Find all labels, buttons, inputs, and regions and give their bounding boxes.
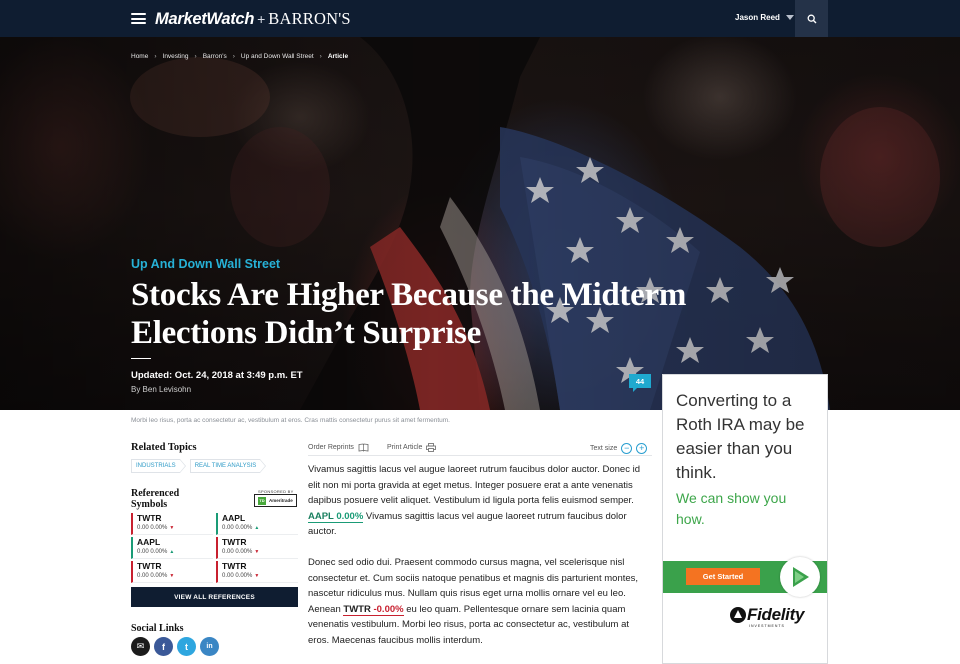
article-headline: Stocks Are Higher Because the Midterm El… bbox=[131, 277, 687, 351]
down-arrow-icon: ▼ bbox=[169, 525, 175, 531]
symbol-ticker: TWTR bbox=[222, 537, 247, 547]
down-arrow-icon: ▼ bbox=[169, 573, 175, 579]
print-article-button[interactable]: Print Article bbox=[387, 443, 437, 452]
decrease-text-icon[interactable]: − bbox=[621, 443, 633, 454]
topic-tag-real-time-analysis[interactable]: REAL TIME ANALYSIS bbox=[189, 459, 266, 473]
symbol-ticker: AAPL bbox=[137, 537, 161, 547]
article-toolbar: Order Reprints Print Article Text size −… bbox=[308, 440, 652, 456]
print-article-label: Print Article bbox=[387, 444, 423, 451]
image-caption: Morbi leo risus, porta ac consectetur ac… bbox=[131, 417, 450, 424]
menu-icon[interactable] bbox=[131, 13, 146, 24]
breadcrumb-home[interactable]: Home bbox=[131, 53, 148, 60]
user-menu[interactable]: Jason Reed bbox=[735, 13, 794, 22]
inline-ticker-twtr[interactable]: TWTR -0.00% bbox=[343, 603, 404, 616]
article-byline[interactable]: By Ben Levisohn bbox=[131, 385, 191, 394]
paragraph-text: Vivamus sagittis lacus vel augue laoreet… bbox=[308, 464, 640, 507]
article-timestamp: Updated: Oct. 24, 2018 at 3:49 p.m. ET bbox=[131, 370, 303, 381]
symbol-change: 0.00 0.00% ▼ bbox=[222, 573, 260, 579]
referenced-symbols-heading: Referenced Symbols bbox=[131, 488, 180, 510]
ad-subline: We can show you how. bbox=[676, 490, 787, 527]
breadcrumb-barrons[interactable]: Barron's bbox=[203, 53, 227, 60]
get-started-button[interactable]: Get Started bbox=[686, 568, 760, 585]
logo-marketwatch: MarketWatch bbox=[155, 10, 255, 28]
symbol-ticker: TWTR bbox=[137, 513, 162, 523]
topic-tag-industrials[interactable]: INDUSTRIALS bbox=[131, 459, 186, 473]
site-logo[interactable]: MarketWatch + BARRON'S bbox=[155, 9, 351, 29]
down-arrow-icon: ▼ bbox=[254, 573, 260, 579]
twitter-icon[interactable]: t bbox=[177, 637, 196, 656]
breadcrumb: Home › Investing › Barron's › Up and Dow… bbox=[131, 53, 348, 60]
ad-headline: Converting to a Roth IRA may be easier t… bbox=[676, 391, 805, 482]
facebook-icon[interactable]: f bbox=[154, 637, 173, 656]
fidelity-ad[interactable]: Converting to a Roth IRA may be easier t… bbox=[662, 374, 828, 664]
logo-barrons: BARRON'S bbox=[268, 9, 351, 28]
fidelity-investments-tag: INVESTMENTS bbox=[749, 624, 785, 628]
hero-overlay bbox=[0, 37, 960, 410]
comment-count-badge[interactable]: 44 bbox=[629, 374, 651, 392]
referenced-symbols-grid: TWTR 0.00 0.00% ▼ AAPL 0.00 0.00% ▲ AAPL 0… bbox=[131, 513, 298, 583]
order-reprints-button[interactable]: Order Reprints bbox=[308, 443, 369, 452]
social-links-heading: Social Links bbox=[131, 623, 184, 634]
symbol-change: 0.00 0.00% ▲ bbox=[137, 549, 175, 555]
search-button[interactable] bbox=[795, 0, 828, 37]
symbol-card[interactable]: TWTR 0.00 0.00% ▼ bbox=[216, 561, 298, 583]
breadcrumb-separator: › bbox=[154, 53, 157, 60]
symbol-change: 0.00 0.00% ▼ bbox=[137, 525, 175, 531]
text-size-label: Text size bbox=[590, 445, 618, 452]
symbol-card[interactable]: AAPL 0.00 0.00% ▲ bbox=[131, 537, 213, 559]
breadcrumb-current: Article bbox=[327, 53, 349, 60]
fidelity-mark-icon bbox=[730, 607, 746, 623]
social-links: ✉ f t in bbox=[131, 637, 223, 656]
order-reprints-label: Order Reprints bbox=[308, 444, 354, 451]
user-name: Jason Reed bbox=[735, 13, 780, 22]
breadcrumb-investing[interactable]: Investing bbox=[163, 53, 189, 60]
printer-icon bbox=[426, 443, 437, 452]
article-paragraph: Donec sed odio dui. Praesent commodo cur… bbox=[308, 555, 652, 649]
fidelity-logo: Fidelity INVESTMENTS bbox=[729, 605, 805, 628]
view-all-references-button[interactable]: VIEW ALL REFERENCES bbox=[131, 587, 298, 607]
column-kicker[interactable]: Up And Down Wall Street bbox=[131, 257, 280, 271]
text-size-control: Text size − + bbox=[590, 443, 648, 454]
breadcrumb-separator: › bbox=[319, 53, 322, 60]
symbol-ticker: TWTR bbox=[222, 561, 247, 571]
up-arrow-icon: ▲ bbox=[169, 549, 175, 555]
fidelity-wordmark: Fidelity bbox=[747, 605, 805, 624]
search-icon bbox=[807, 14, 816, 23]
symbol-card[interactable]: TWTR 0.00 0.00% ▼ bbox=[216, 537, 298, 559]
linkedin-icon[interactable]: in bbox=[200, 637, 219, 656]
breadcrumb-column[interactable]: Up and Down Wall Street bbox=[241, 53, 314, 60]
hero-image bbox=[0, 37, 960, 410]
symbol-card[interactable]: AAPL 0.00 0.00% ▲ bbox=[216, 513, 298, 535]
article-paragraph: Vivamus sagittis lacus vel augue laoreet… bbox=[308, 462, 652, 540]
symbol-ticker: AAPL bbox=[222, 513, 246, 523]
breadcrumb-separator: › bbox=[232, 53, 235, 60]
down-arrow-icon: ▼ bbox=[254, 549, 260, 555]
symbol-ticker: TWTR bbox=[137, 561, 162, 571]
increase-text-icon[interactable]: + bbox=[636, 443, 648, 454]
breadcrumb-separator: › bbox=[194, 53, 197, 60]
arrow-right-icon[interactable] bbox=[780, 557, 820, 597]
play-arrow-icon bbox=[793, 567, 809, 587]
up-arrow-icon: ▲ bbox=[254, 525, 260, 531]
sponsor-name: Ameritrade bbox=[269, 498, 293, 503]
symbol-card[interactable]: TWTR 0.00 0.00% ▼ bbox=[131, 513, 213, 535]
symbol-change: 0.00 0.00% ▼ bbox=[222, 549, 260, 555]
logo-plus: + bbox=[257, 11, 266, 27]
symbol-change: 0.00 0.00% ▲ bbox=[222, 525, 260, 531]
chevron-down-icon bbox=[785, 15, 794, 20]
td-ameritrade-logo[interactable]: TD Ameritrade bbox=[254, 494, 297, 507]
book-icon bbox=[358, 443, 369, 452]
headline-rule bbox=[131, 358, 151, 359]
symbol-card[interactable]: TWTR 0.00 0.00% ▼ bbox=[131, 561, 213, 583]
td-mark: TD bbox=[258, 496, 266, 505]
related-topics-heading: Related Topics bbox=[131, 442, 197, 453]
symbol-change: 0.00 0.00% ▼ bbox=[137, 573, 175, 579]
inline-ticker-aapl[interactable]: AAPL 0.00% bbox=[308, 510, 364, 523]
email-icon[interactable]: ✉ bbox=[131, 637, 150, 656]
top-nav-bar: MarketWatch + BARRON'S Jason Reed bbox=[0, 0, 960, 37]
related-topics-list: INDUSTRIALS REAL TIME ANALYSIS bbox=[131, 459, 270, 473]
